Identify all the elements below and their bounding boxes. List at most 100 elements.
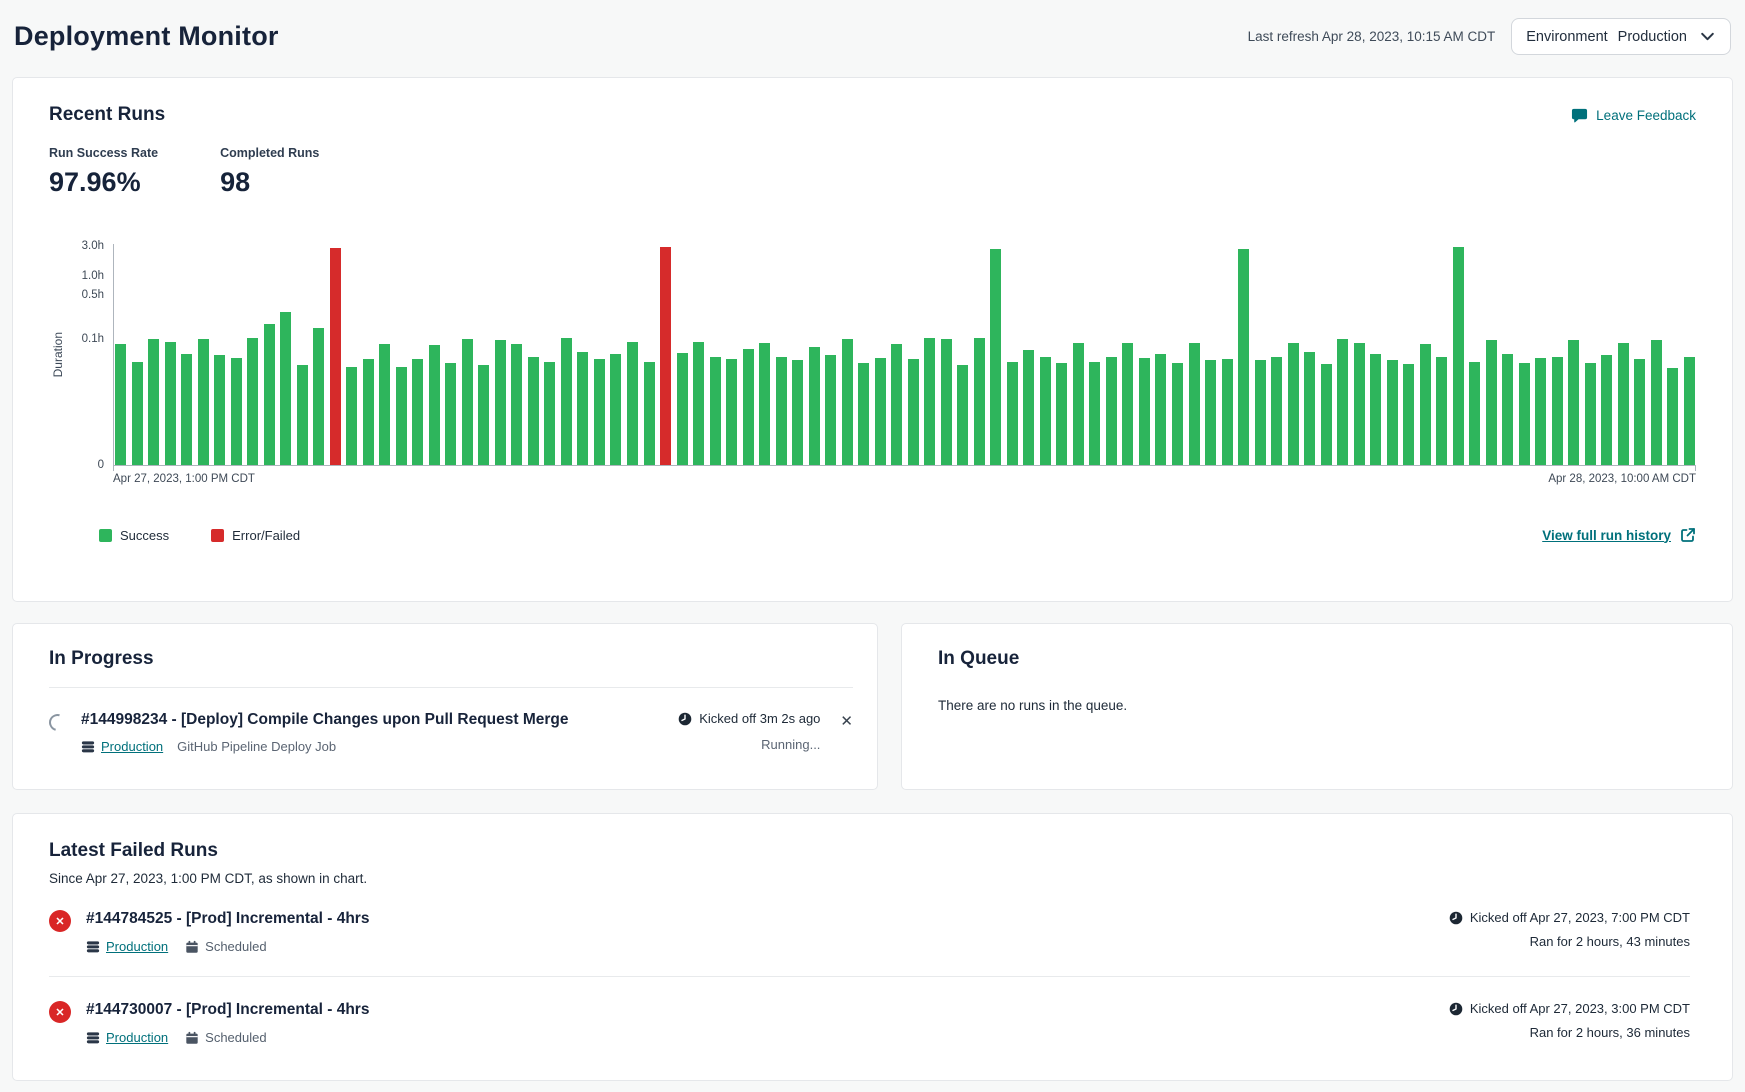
run-bar[interactable]	[264, 324, 275, 465]
run-bar[interactable]	[1552, 357, 1563, 465]
run-bar[interactable]	[1056, 363, 1067, 465]
run-bar[interactable]	[1568, 340, 1579, 465]
run-bar[interactable]	[891, 344, 902, 465]
run-bar[interactable]	[1172, 363, 1183, 465]
run-bar[interactable]	[957, 365, 968, 465]
run-bar[interactable]	[974, 338, 985, 465]
run-bar[interactable]	[1255, 360, 1266, 465]
run-bar[interactable]	[280, 312, 291, 465]
run-bar[interactable]	[1585, 363, 1596, 465]
run-bar[interactable]	[941, 339, 952, 465]
run-bar[interactable]	[1139, 358, 1150, 465]
environment-link[interactable]: Production	[86, 939, 168, 954]
run-bar[interactable]	[165, 342, 176, 465]
run-bar[interactable]	[330, 248, 341, 465]
run-bar[interactable]	[495, 340, 506, 465]
run-bar[interactable]	[511, 344, 522, 465]
run-bar[interactable]	[1486, 340, 1497, 465]
run-bar[interactable]	[148, 339, 159, 465]
run-bar[interactable]	[1519, 363, 1530, 465]
run-bar[interactable]	[792, 360, 803, 465]
environment-link[interactable]: Production	[86, 1030, 168, 1045]
run-bar[interactable]	[627, 342, 638, 465]
run-bar[interactable]	[363, 359, 374, 465]
run-bar[interactable]	[412, 359, 423, 465]
run-bar[interactable]	[1469, 362, 1480, 465]
run-bar[interactable]	[1321, 364, 1332, 465]
run-bar[interactable]	[577, 352, 588, 465]
run-bar[interactable]	[181, 354, 192, 465]
run-bar[interactable]	[1535, 358, 1546, 465]
run-bar[interactable]	[908, 359, 919, 465]
run-bar[interactable]	[1073, 343, 1084, 465]
view-full-run-history-link[interactable]: View full run history	[1542, 527, 1696, 543]
run-bar[interactable]	[1502, 354, 1513, 465]
run-bar[interactable]	[1288, 343, 1299, 465]
run-bar[interactable]	[1354, 343, 1365, 465]
run-bar[interactable]	[726, 359, 737, 465]
run-bar[interactable]	[544, 362, 555, 465]
run-bar[interactable]	[710, 357, 721, 465]
run-bar[interactable]	[561, 338, 572, 465]
run-bar[interactable]	[594, 359, 605, 465]
run-bar[interactable]	[1684, 357, 1695, 465]
environment-link[interactable]: Production	[81, 739, 163, 754]
run-bar[interactable]	[231, 358, 242, 465]
run-bar[interactable]	[693, 342, 704, 465]
run-bar[interactable]	[1651, 340, 1662, 465]
run-bar[interactable]	[1304, 352, 1315, 465]
environment-selector[interactable]: Environment Production	[1511, 18, 1731, 55]
run-bar[interactable]	[1337, 339, 1348, 465]
run-bar[interactable]	[759, 343, 770, 465]
run-bar[interactable]	[429, 345, 440, 465]
run-bar[interactable]	[132, 362, 143, 465]
run-bar[interactable]	[115, 344, 126, 465]
run-bar[interactable]	[660, 247, 671, 465]
run-bar[interactable]	[346, 367, 357, 465]
run-bar[interactable]	[214, 355, 225, 465]
run-bar[interactable]	[677, 353, 688, 465]
run-bar[interactable]	[1205, 360, 1216, 465]
run-bar[interactable]	[1370, 354, 1381, 465]
run-bar[interactable]	[198, 339, 209, 465]
run-bar[interactable]	[1089, 362, 1100, 465]
run-bar[interactable]	[842, 339, 853, 465]
run-bar[interactable]	[1618, 343, 1629, 465]
run-bar[interactable]	[1387, 360, 1398, 465]
run-bar[interactable]	[1007, 362, 1018, 465]
run-bar[interactable]	[1023, 350, 1034, 465]
run-bar[interactable]	[776, 357, 787, 465]
run-bar[interactable]	[462, 339, 473, 465]
run-bar[interactable]	[858, 363, 869, 465]
run-bar[interactable]	[1271, 357, 1282, 465]
run-bar[interactable]	[610, 354, 621, 465]
chart-plot-area[interactable]	[113, 244, 1696, 466]
run-bar[interactable]	[297, 365, 308, 465]
run-bar[interactable]	[1189, 343, 1200, 465]
run-bar[interactable]	[1601, 355, 1612, 465]
run-bar[interactable]	[1106, 357, 1117, 465]
run-bar[interactable]	[528, 357, 539, 465]
run-bar[interactable]	[1222, 359, 1233, 465]
run-bar[interactable]	[247, 338, 258, 465]
run-bar[interactable]	[644, 362, 655, 465]
run-bar[interactable]	[445, 363, 456, 465]
run-bar[interactable]	[1155, 354, 1166, 465]
run-bar[interactable]	[1040, 357, 1051, 465]
run-bar[interactable]	[396, 367, 407, 465]
run-bar[interactable]	[825, 355, 836, 465]
run-bar[interactable]	[1420, 344, 1431, 465]
run-bar[interactable]	[1403, 364, 1414, 465]
run-bar[interactable]	[1667, 368, 1678, 465]
run-bar[interactable]	[1238, 249, 1249, 465]
run-bar[interactable]	[924, 338, 935, 465]
run-bar[interactable]	[1436, 357, 1447, 465]
close-icon[interactable]: ✕	[840, 714, 853, 729]
run-bar[interactable]	[875, 358, 886, 465]
run-bar[interactable]	[743, 349, 754, 465]
run-bar[interactable]	[1453, 247, 1464, 465]
run-bar[interactable]	[1634, 359, 1645, 465]
run-bar[interactable]	[809, 347, 820, 465]
run-bar[interactable]	[379, 344, 390, 465]
run-bar[interactable]	[1122, 343, 1133, 465]
